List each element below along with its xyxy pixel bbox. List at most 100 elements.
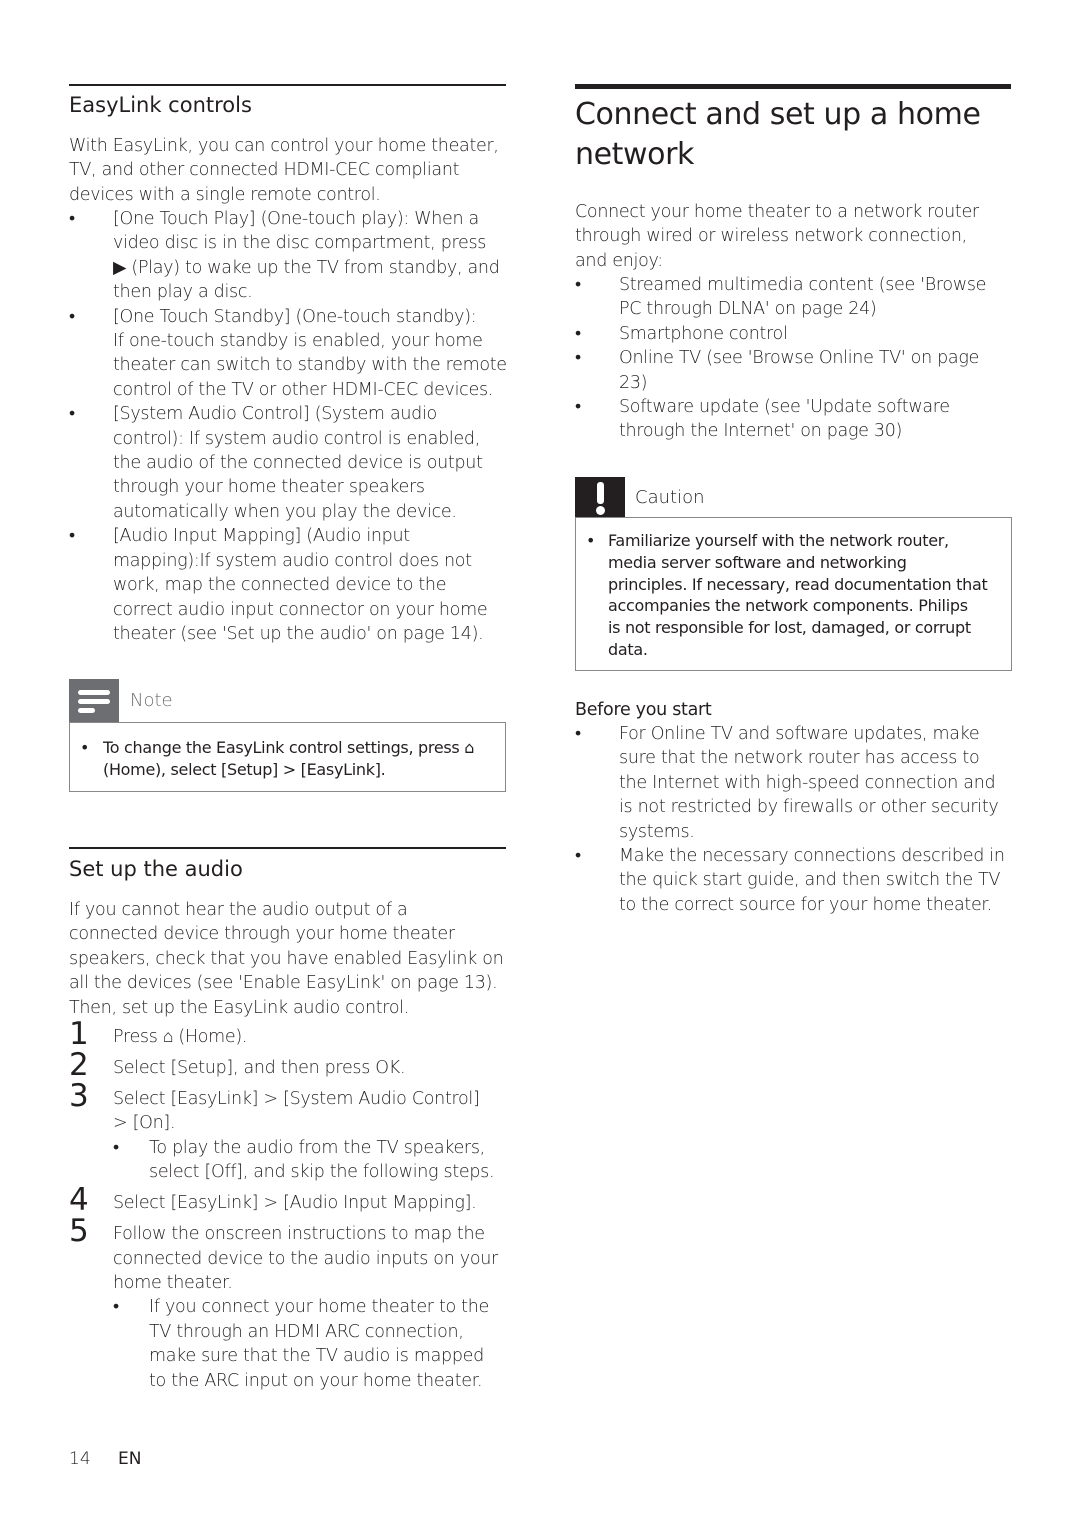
easylink-heading: EasyLink controls (69, 93, 252, 117)
step-text: Select [EasyLink] > [System Audio Contro… (113, 1087, 514, 1185)
text-line: Select [Setup], and then press OK. (113, 1058, 406, 1078)
text-line: mapping):If system audio control does no… (113, 550, 472, 571)
text-line: 23) (619, 372, 648, 393)
text-line: control of the TV or other HDMI-CEC devi… (113, 379, 494, 400)
text-line: Connect your home theater to a network r… (575, 202, 979, 222)
text-line: Streamed multimedia content (see 'Browse (619, 275, 987, 295)
text-line: and enjoy: (575, 250, 663, 271)
bullet: • (69, 306, 75, 327)
audio-steps: 1 Press ⌂ (Home). 2 Select [Setup], and the… (69, 1019, 514, 1400)
section-rule (69, 84, 506, 86)
text-line: to the correct source for your home thea… (619, 894, 992, 915)
bullet: • (69, 209, 75, 229)
step-number: 3 (69, 1078, 89, 1114)
text-line: [System Audio Control] (System audio (113, 404, 437, 425)
text-line: [One Touch Play] (One-touch play): When … (113, 209, 479, 229)
note-icon (69, 679, 119, 723)
caution-icon (575, 477, 625, 518)
text-line: Select [EasyLink] > [System Audio Contro… (113, 1089, 480, 1109)
text-line: connected device to the audio inputs on … (113, 1248, 498, 1269)
text-line: correct audio input connector on your ho… (113, 599, 488, 620)
list-item: • [One Touch Play] (One-touch play): When… (69, 207, 514, 305)
caution-text-line: Familiarize yourself with the network ro… (608, 531, 949, 550)
step-text: Press ⌂ (Home). (113, 1025, 514, 1049)
audio-intro: If you cannot hear the audio output of a… (69, 898, 514, 1020)
text-line: TV through an HDMI ARC connection, (149, 1321, 464, 1342)
text-line: home theater. (113, 1273, 233, 1294)
text-line: all the devices (see 'Enable EasyLink' o… (69, 973, 498, 994)
list-item-text: Software update (see 'Update software thr… (619, 395, 1015, 444)
bullet: • (113, 1137, 119, 1158)
step: 1 Press ⌂ (Home). (69, 1019, 514, 1050)
text-line: If you connect your home theater to the (149, 1297, 489, 1318)
text-line: work, map the connected device to the (113, 575, 447, 596)
bullet: • (575, 275, 581, 295)
text-line: [One Touch Standby] (One-touch standby): (113, 306, 477, 327)
list-item: • Software update (see 'Update software th… (575, 395, 1015, 444)
list-item: • [One Touch Standby] (One-touch standby)… (69, 305, 514, 403)
footer: 14 EN (69, 1449, 142, 1469)
text-line: through your home theater speakers (113, 477, 425, 498)
list-item: • Smartphone control (575, 322, 1015, 346)
text-line: through wired or wireless network connec… (575, 226, 967, 247)
bullet: • (575, 724, 581, 744)
text-line: theater (see 'Set up the audio' on page … (113, 623, 484, 644)
text-line: then play a disc. (113, 282, 253, 303)
bullet: • (575, 348, 581, 369)
text-line: systems. (619, 821, 695, 842)
text-line: video disc is in the disc compartment, p… (113, 233, 487, 254)
text-line: [Audio Input Mapping] (Audio input (113, 526, 410, 547)
bullet: • (80, 738, 90, 757)
text-line: Make the necessary connections described… (619, 846, 1005, 867)
text-line: To play the audio from the TV speakers, (149, 1137, 485, 1158)
text-line: TV, and other connected HDMI-CEC complia… (69, 160, 460, 181)
network-heading: Connect and set up a home network (575, 95, 981, 175)
step: 3 Select [EasyLink] > [System Audio Contr… (69, 1081, 514, 1185)
text-line: through the Internet' on page 30) (619, 421, 903, 442)
text-line: PC through DLNA' on page 24) (619, 299, 877, 320)
step-text: Select [EasyLink] > [Audio Input Mapping… (113, 1191, 514, 1215)
list-item-text: [System Audio Control] (System audio cont… (113, 402, 514, 524)
caution-text-line: data. (608, 639, 648, 659)
step: 2 Select [Setup], and then press OK. (69, 1050, 514, 1081)
caution-text-line: principles. If necessary, read documenta… (608, 574, 988, 594)
text-line: Press ⌂ (Home). (113, 1027, 248, 1047)
before-heading: Before you start (575, 700, 712, 720)
bullet: • (69, 526, 75, 547)
caution-text-line: accompanies the network components. Phil… (608, 596, 968, 616)
section-rule (69, 847, 506, 849)
text-line: to the ARC input on your home theater. (149, 1370, 483, 1391)
step: 5 Follow the onscreen instructions to map… (69, 1216, 514, 1393)
list-item: • [System Audio Control] (System audio con… (69, 402, 514, 524)
list-item-text: For Online TV and software updates, make… (619, 722, 1015, 844)
text-line: For Online TV and software updates, make (619, 724, 980, 744)
list-item: • For Online TV and software updates, mak… (575, 722, 1015, 844)
text-line: the Internet with high-speed connection … (619, 772, 996, 793)
sub-bullet-text: To play the audio from the TV speakers, s… (149, 1136, 514, 1185)
list-item-text: Streamed multimedia content (see 'Browse… (619, 273, 1015, 322)
note-text-line: (Home), select [Setup] > [EasyLink]. (103, 759, 386, 779)
bullet: • (575, 397, 581, 418)
list-item: • Streamed multimedia content (see 'Brows… (575, 273, 1015, 322)
text-line: sure that the network router has access … (619, 748, 980, 769)
language-code: EN (118, 1449, 142, 1469)
sub-bullet-text: If you connect your home theater to the T… (149, 1295, 514, 1393)
text-line: theater can switch to standby with the r… (113, 355, 507, 376)
step-number: 2 (69, 1047, 89, 1083)
text-line: Smartphone control (619, 323, 788, 344)
caution-box: • Familiarize yourself with the network … (575, 517, 1012, 671)
text-line: Select [EasyLink] > [Audio Input Mapping… (113, 1193, 477, 1214)
text-line: speakers, check that you have enabled Ea… (69, 948, 504, 969)
before-list: • For Online TV and software updates, mak… (575, 722, 1015, 917)
text-line: make sure that the TV audio is mapped (149, 1346, 484, 1367)
easylink-intro: With EasyLink, you can control your home… (69, 134, 509, 207)
text-line: the quick start guide, and then switch t… (619, 870, 1001, 891)
text-line: control): If system audio control is ena… (113, 428, 480, 449)
note-box: • To change the EasyLink control setting… (69, 722, 506, 792)
bullet: • (575, 846, 581, 867)
text-line: Software update (see 'Update software (619, 397, 950, 418)
bullet: • (113, 1297, 119, 1318)
text-line: the audio of the connected device is out… (113, 453, 483, 474)
step-text: Select [Setup], and then press OK. (113, 1056, 514, 1080)
list-item-text: [One Touch Play] (One-touch play): When … (113, 207, 514, 305)
